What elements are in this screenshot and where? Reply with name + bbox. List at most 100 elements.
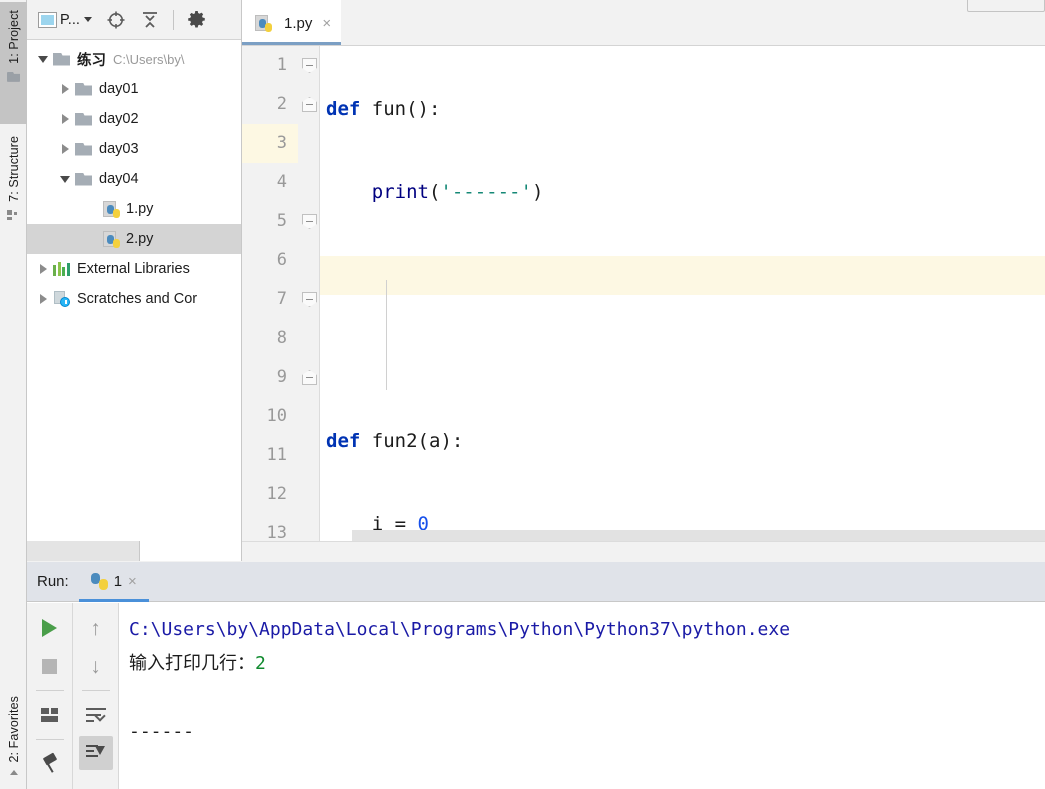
line-number: 1: [276, 55, 287, 75]
triangle-down-icon: [38, 55, 48, 63]
code-line-5: def fun2(a):: [326, 430, 464, 452]
play-icon: [42, 619, 57, 637]
python-file-icon: [103, 230, 120, 248]
run-panel-header: Run: 1 ×: [27, 562, 1045, 602]
tree-row-day01[interactable]: day01: [27, 74, 241, 104]
fold-marker-end-while[interactable]: [302, 370, 317, 385]
folder-icon: [53, 52, 70, 66]
stop-square-icon: [42, 658, 57, 674]
tree-row-file-1py[interactable]: 1.py: [27, 194, 241, 224]
pin-icon: [41, 755, 59, 773]
editor-tab-label: 1.py: [284, 15, 313, 32]
tree-row-label: day02: [99, 111, 139, 127]
console-output[interactable]: C:\Users\by\AppData\Local\Programs\Pytho…: [119, 603, 1045, 789]
sidebar-tab-project[interactable]: 1: Project: [0, 2, 27, 124]
tree-row-day03[interactable]: day03: [27, 134, 241, 164]
fold-marker-while[interactable]: [302, 292, 317, 307]
run-toolbar-right: ↑ ↓: [73, 603, 119, 789]
triangle-right-icon: [39, 294, 47, 304]
soft-wrap-button[interactable]: [79, 698, 113, 732]
folder-icon: [75, 82, 92, 96]
structure-icon: [7, 209, 20, 220]
console-prompt-text: 输入打印几行：: [129, 653, 255, 674]
run-panel-body: ↑ ↓ C:\Users\by\AppData\Local\Programs\P…: [27, 603, 1045, 789]
tree-row-external-libraries[interactable]: External Libraries: [27, 254, 241, 284]
expand-toggle[interactable]: [55, 114, 75, 124]
run-tab-1[interactable]: 1 ×: [78, 562, 149, 602]
editor-bottom-strip: [242, 541, 1045, 561]
close-icon[interactable]: ×: [128, 573, 137, 590]
toolbar-stub[interactable]: [967, 0, 1045, 12]
tree-row-label: 1.py: [126, 201, 154, 217]
code-line-1: def fun():: [326, 98, 441, 120]
left-tool-strip: 1: Project 7: Structure 2: Favorites: [0, 0, 27, 789]
collapse-all-button[interactable]: [137, 7, 163, 33]
expand-toggle[interactable]: [33, 55, 53, 63]
token-func-fun2: fun2: [371, 430, 418, 452]
console-line-prompt: 输入打印几行：2: [129, 647, 1045, 681]
tree-row-file-2py[interactable]: 2.py: [27, 224, 241, 254]
fold-marker-def-fun2[interactable]: [302, 214, 317, 229]
fold-marker-end-fun[interactable]: [302, 97, 317, 112]
editor-tab-1py[interactable]: 1.py ×: [242, 0, 342, 45]
layout-button[interactable]: [33, 698, 67, 732]
line-number: 4: [276, 172, 287, 192]
folder-icon: [75, 172, 92, 186]
run-panel: Run: 1 × ↑ ↓ C:\Users\by\AppData\Local\P…: [27, 562, 1045, 789]
triangle-right-icon: [61, 144, 69, 154]
caret-up-icon: [9, 769, 18, 775]
tree-row-day02[interactable]: day02: [27, 104, 241, 134]
code-text-area[interactable]: def fun(): print('------') def fun2(a): …: [320, 46, 1045, 561]
tree-row-label: 2.py: [126, 231, 154, 247]
project-window-icon: [38, 11, 57, 28]
line-number-gutter: 1 2 3 4 5 6 7 8 9 10 11 12 13: [242, 46, 298, 561]
code-line-3: [320, 256, 1045, 295]
soft-wrap-icon: [85, 707, 106, 723]
fold-marker-def-fun[interactable]: [302, 58, 317, 73]
indent-guide: [386, 280, 387, 390]
scratches-icon: [53, 291, 70, 307]
token-param-a: a: [429, 430, 441, 452]
libraries-icon: [53, 262, 70, 276]
tree-row-day04[interactable]: day04: [27, 164, 241, 194]
code-editor[interactable]: 1 2 3 4 5 6 7 8 9 10 11 12 13 def fun():…: [242, 46, 1045, 561]
code-fold-column[interactable]: [298, 46, 320, 561]
line-number: 8: [276, 328, 287, 348]
down-button[interactable]: ↓: [79, 649, 113, 683]
tree-row-label: day01: [99, 81, 139, 97]
line-number: 5: [276, 211, 287, 231]
sidebar-tab-favorites-label: 2: Favorites: [6, 696, 21, 763]
pycharm-window: 1: Project 7: Structure 2: Favorites P..…: [0, 0, 1045, 789]
console-line-output-1: ------: [129, 721, 195, 742]
sidebar-tab-favorites[interactable]: 2: Favorites: [0, 688, 27, 787]
triangle-right-icon: [39, 264, 47, 274]
expand-toggle[interactable]: [55, 175, 75, 183]
expand-toggle[interactable]: [33, 294, 53, 304]
scroll-from-source-button[interactable]: [103, 7, 129, 33]
rerun-button[interactable]: [33, 611, 67, 645]
up-button[interactable]: ↑: [79, 611, 113, 645]
settings-button[interactable]: [184, 7, 210, 33]
sidebar-tab-structure[interactable]: 7: Structure: [0, 130, 27, 260]
expand-toggle[interactable]: [33, 264, 53, 274]
tree-row-project-root[interactable]: 练习 C:\Users\by\: [27, 44, 241, 74]
expand-toggle[interactable]: [55, 144, 75, 154]
line-number: 11: [266, 445, 287, 465]
close-icon[interactable]: ×: [322, 15, 331, 32]
stop-button[interactable]: [33, 649, 67, 683]
python-file-icon: [255, 15, 272, 32]
run-toolbar-left: [27, 603, 73, 789]
pin-tab-button[interactable]: [33, 747, 67, 781]
editor-horizontal-scrollbar[interactable]: [352, 530, 1045, 541]
scroll-to-end-button[interactable]: [78, 736, 113, 770]
line-number: 3: [242, 124, 298, 163]
tree-row-label: External Libraries: [77, 261, 190, 277]
expand-toggle[interactable]: [55, 84, 75, 94]
console-python-path: C:\Users\by\AppData\Local\Programs\Pytho…: [129, 619, 791, 640]
gear-icon: [188, 10, 206, 28]
triangle-right-icon: [61, 84, 69, 94]
tree-row-scratches[interactable]: Scratches and Cor: [27, 284, 241, 314]
line-number: 10: [266, 406, 287, 426]
project-view-selector[interactable]: P...: [35, 10, 95, 30]
